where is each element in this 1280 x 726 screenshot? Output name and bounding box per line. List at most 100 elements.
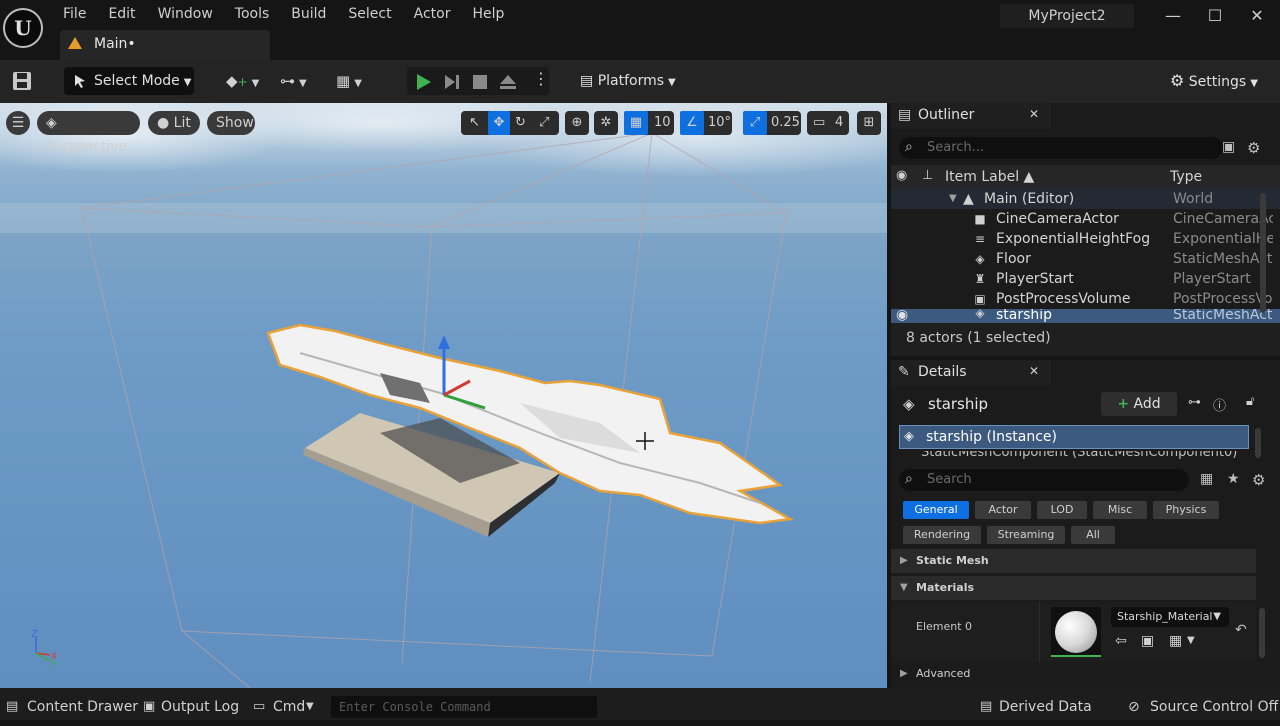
cmd-button[interactable]: Cmd: [273, 688, 305, 720]
menu-tools[interactable]: Tools: [224, 4, 281, 24]
menu-build[interactable]: Build: [280, 4, 337, 24]
visibility-icon[interactable]: ◉: [896, 309, 908, 323]
select-mode-button[interactable]: Select Mode ▼: [64, 67, 194, 95]
show-button[interactable]: Show: [207, 111, 255, 135]
type-header[interactable]: Type: [1170, 169, 1202, 185]
play-options-icon[interactable]: ⋮: [533, 69, 549, 88]
chevron-down-icon[interactable]: ▼: [1187, 635, 1195, 646]
outliner-row[interactable]: ▣ PostProcessVolume PostProcessVolume: [891, 289, 1280, 309]
help-icon[interactable]: ⓘ: [1213, 395, 1226, 414]
filter-physics[interactable]: Physics: [1153, 501, 1219, 519]
details-scrollbar[interactable]: [1259, 608, 1265, 658]
world-local-icon[interactable]: ⊕: [565, 111, 589, 135]
step-icon[interactable]: [443, 73, 461, 91]
details-settings-icon[interactable]: ⚙: [1252, 471, 1265, 489]
scale-tool-icon[interactable]: ⤢: [539, 111, 549, 135]
filter-rendering[interactable]: Rendering: [903, 526, 981, 544]
minimize-icon[interactable]: —: [1158, 4, 1188, 28]
pin-icon[interactable]: ⊥: [922, 168, 933, 183]
item-label-header[interactable]: Item Label ▲: [945, 169, 1034, 185]
add-component-button[interactable]: + Add: [1101, 392, 1177, 416]
item-type: PlayerStart: [1173, 271, 1251, 287]
play-icon[interactable]: [415, 73, 433, 91]
filter-misc[interactable]: Misc: [1093, 501, 1147, 519]
rotate-tool-icon[interactable]: ↻: [515, 111, 526, 135]
outliner-row[interactable]: ♜ PlayerStart PlayerStart: [891, 269, 1280, 289]
outliner-search-input[interactable]: Search...: [899, 137, 1223, 159]
close-window-icon[interactable]: ✕: [1242, 4, 1272, 28]
outliner-scrollbar[interactable]: [1260, 193, 1266, 313]
grid-snap-button[interactable]: ▦ 10: [624, 111, 674, 135]
move-tool-icon[interactable]: ✥: [488, 111, 510, 135]
outliner-root-row[interactable]: ▼ ▲ Main (Editor) World: [891, 189, 1280, 209]
component-scrollbar[interactable]: [1255, 428, 1261, 458]
close-tab-icon[interactable]: ✕: [1029, 107, 1039, 121]
section-advanced[interactable]: ▶ Advanced: [891, 662, 1256, 686]
viewport-menu-icon[interactable]: ☰: [6, 111, 30, 135]
outliner-row[interactable]: ◈ Floor StaticMeshActor: [891, 249, 1280, 269]
details-search-input[interactable]: Search: [899, 469, 1189, 491]
filter-lod[interactable]: LOD: [1037, 501, 1087, 519]
details-tab[interactable]: ✎ Details ✕: [891, 360, 1051, 386]
outliner-settings-icon[interactable]: ⚙: [1247, 139, 1260, 157]
console-command-input[interactable]: Enter Console Command: [331, 696, 597, 718]
blueprint-icon[interactable]: ⊶: [1188, 395, 1201, 410]
outliner-tab[interactable]: ▤ Outliner ✕: [891, 103, 1051, 129]
reset-icon[interactable]: ↶: [1235, 622, 1247, 638]
chevron-down-icon[interactable]: ▼: [306, 688, 314, 720]
filter-streaming[interactable]: Streaming: [987, 526, 1065, 544]
add-folder-icon[interactable]: ▣: [1222, 139, 1235, 155]
options-icon[interactable]: ▦: [1169, 633, 1182, 649]
browse-icon[interactable]: ▣: [1141, 633, 1154, 649]
filter-actor[interactable]: Actor: [975, 501, 1031, 519]
outliner-row-selected[interactable]: ◉ ◈ starship StaticMeshActor: [891, 309, 1280, 323]
select-tool-icon[interactable]: ↖: [469, 111, 480, 135]
menu-select[interactable]: Select: [337, 4, 402, 24]
source-control-button[interactable]: Source Control Off: [1150, 688, 1278, 720]
material-thumbnail[interactable]: [1051, 607, 1101, 657]
lock-icon[interactable]: 🔓︎: [1246, 394, 1254, 409]
perspective-button[interactable]: ◈ Perspective: [37, 111, 140, 155]
stop-icon[interactable]: [471, 73, 489, 91]
viewport-layout-icon[interactable]: ⊞: [857, 111, 881, 135]
filter-all[interactable]: All: [1071, 526, 1115, 544]
table-view-icon[interactable]: ▦: [1200, 471, 1213, 487]
tab-main[interactable]: Main•: [60, 30, 270, 60]
surface-snap-icon[interactable]: ✲: [594, 111, 618, 135]
output-log-button[interactable]: Output Log: [161, 688, 239, 720]
menu-file[interactable]: File: [52, 4, 97, 24]
platforms-button[interactable]: ▤ Platforms ▼: [578, 67, 678, 95]
blueprint-button[interactable]: ⊶ ▼: [280, 72, 316, 92]
component-row[interactable]: StaticMeshComponent (StaticMeshComponent…: [921, 451, 1241, 459]
use-selected-icon[interactable]: ⇦: [1115, 633, 1127, 649]
cinematics-button[interactable]: ▦ ▼: [336, 72, 372, 92]
section-static-mesh[interactable]: ▶ Static Mesh: [891, 549, 1256, 573]
camera-speed-button[interactable]: ▭ 4: [807, 111, 849, 135]
eject-icon[interactable]: [499, 73, 517, 91]
menu-help[interactable]: Help: [461, 4, 515, 24]
add-actor-button[interactable]: ◆+ ▼: [226, 72, 260, 92]
close-tab-icon[interactable]: ✕: [1029, 364, 1039, 378]
outliner-row[interactable]: ■ CineCameraActor CineCameraActor: [891, 209, 1280, 229]
section-materials[interactable]: ▼ Materials: [891, 576, 1256, 600]
expand-arrow-icon[interactable]: ▼: [949, 189, 957, 209]
unreal-logo-icon[interactable]: U: [3, 8, 43, 48]
derived-data-button[interactable]: Derived Data: [999, 688, 1092, 720]
visibility-icon[interactable]: ◉: [896, 168, 907, 183]
content-drawer-button[interactable]: Content Drawer: [27, 688, 138, 720]
maximize-icon[interactable]: ☐: [1200, 4, 1230, 28]
component-tree-root[interactable]: ◈ starship (Instance): [899, 425, 1249, 449]
menu-actor[interactable]: Actor: [403, 4, 462, 24]
level-viewport[interactable]: Z X Y ☰ ◈ Perspective ● Lit Show ↖ ✥ ↻ ⤢…: [0, 103, 887, 688]
lit-button[interactable]: ● Lit: [148, 111, 200, 135]
material-dropdown[interactable]: Starship_Material ▼: [1111, 607, 1229, 627]
star-icon[interactable]: ★: [1227, 471, 1240, 487]
save-icon[interactable]: [11, 70, 33, 92]
scale-snap-button[interactable]: ⤢ 0.25: [743, 111, 801, 135]
outliner-row[interactable]: ≡ ExponentialHeightFog ExponentialHeightFo…: [891, 229, 1280, 249]
settings-button[interactable]: ⚙ Settings ▼: [1170, 67, 1262, 95]
menu-edit[interactable]: Edit: [97, 4, 146, 24]
filter-general[interactable]: General: [903, 501, 969, 519]
menu-window[interactable]: Window: [147, 4, 224, 24]
rotation-snap-button[interactable]: ∠ 10°: [680, 111, 732, 135]
